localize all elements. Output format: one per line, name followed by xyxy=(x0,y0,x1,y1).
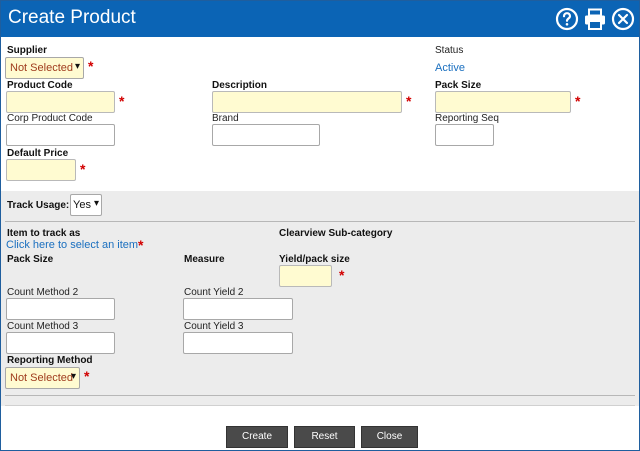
pack-size-label: Pack Size xyxy=(435,80,482,91)
divider xyxy=(5,221,635,222)
chevron-down-icon: ▾ xyxy=(74,61,80,72)
track-usage-value: Yes xyxy=(73,199,91,211)
count-method-2-label: Count Method 2 xyxy=(7,287,79,298)
supplier-select-value: Not Selected xyxy=(10,62,73,74)
yield-pack-size-label: Yield/pack size xyxy=(279,254,350,265)
close-button[interactable]: Close xyxy=(361,426,418,448)
description-input[interactable] xyxy=(212,91,402,113)
divider xyxy=(5,405,635,406)
reporting-method-select[interactable]: Not Selected ▾ xyxy=(5,367,80,389)
required-marker: * xyxy=(84,368,90,384)
status-value: Active xyxy=(435,62,465,74)
count-yield-3-label: Count Yield 3 xyxy=(184,321,244,332)
product-code-label: Product Code xyxy=(7,80,73,91)
reporting-method-label: Reporting Method xyxy=(7,355,93,366)
dialog-title: Create Product xyxy=(8,7,136,28)
create-button[interactable]: Create xyxy=(226,426,288,448)
reporting-method-value: Not Selected xyxy=(10,372,73,384)
create-product-dialog: Create Product Supplier Not Selected ▾ *… xyxy=(0,0,640,451)
status-label: Status xyxy=(435,45,464,56)
close-circle-icon[interactable] xyxy=(611,7,635,31)
item-to-track-label: Item to track as xyxy=(7,228,81,239)
count-yield-2-label: Count Yield 2 xyxy=(184,287,244,298)
count-method-3-input[interactable] xyxy=(6,332,115,354)
description-label: Description xyxy=(212,80,268,91)
title-bar: Create Product xyxy=(1,1,639,37)
required-marker: * xyxy=(88,58,94,74)
track-usage-select[interactable]: Yes ▾ xyxy=(70,194,102,216)
question-circle-icon[interactable] xyxy=(555,7,579,31)
clearview-subcategory-label: Clearview Sub-category xyxy=(279,228,393,239)
pack-size-input[interactable] xyxy=(435,91,571,113)
count-method-3-label: Count Method 3 xyxy=(7,321,79,332)
track-usage-label: Track Usage: xyxy=(7,200,70,211)
printer-icon[interactable] xyxy=(583,7,607,31)
product-code-input[interactable] xyxy=(6,91,115,113)
pack-size-track-label: Pack Size xyxy=(7,254,54,265)
corp-product-code-label: Corp Product Code xyxy=(7,113,93,124)
chevron-down-icon: ▾ xyxy=(93,198,99,209)
reporting-seq-label: Reporting Seq xyxy=(435,113,499,124)
reporting-seq-input[interactable] xyxy=(435,124,494,146)
default-price-label: Default Price xyxy=(7,148,69,159)
corp-product-code-input[interactable] xyxy=(6,124,115,146)
reset-button[interactable]: Reset xyxy=(294,426,355,448)
count-yield-2-input[interactable] xyxy=(183,298,293,320)
select-item-link[interactable]: Click here to select an item xyxy=(6,239,138,251)
brand-input[interactable] xyxy=(212,124,320,146)
required-marker: * xyxy=(339,267,345,283)
supplier-select[interactable]: Not Selected ▾ xyxy=(5,57,84,79)
required-marker: * xyxy=(119,93,125,109)
count-method-2-input[interactable] xyxy=(6,298,115,320)
chevron-down-icon: ▾ xyxy=(70,371,76,382)
divider xyxy=(5,395,635,396)
required-marker: * xyxy=(80,161,86,177)
supplier-label: Supplier xyxy=(7,45,48,56)
brand-label: Brand xyxy=(212,113,239,124)
measure-label: Measure xyxy=(184,254,225,265)
required-marker: * xyxy=(406,93,412,109)
default-price-input[interactable] xyxy=(6,159,76,181)
required-marker: * xyxy=(138,237,144,253)
count-yield-3-input[interactable] xyxy=(183,332,293,354)
required-marker: * xyxy=(575,93,581,109)
yield-pack-size-input[interactable] xyxy=(279,265,332,287)
